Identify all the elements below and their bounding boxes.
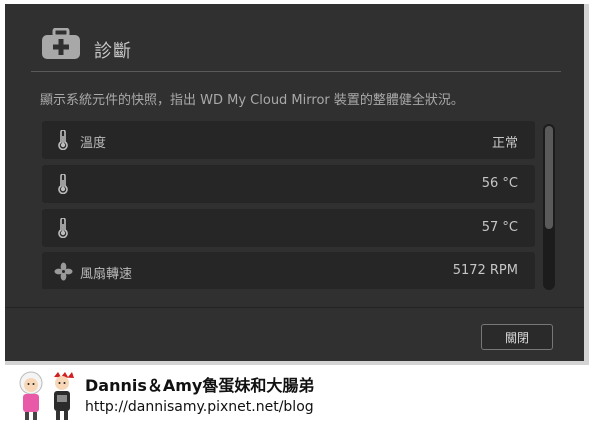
thermometer-icon [58, 130, 68, 150]
blog-watermark: Dannis＆Amy魯蛋妹和大腸弟 http://dannisamy.pixne… [0, 365, 600, 425]
scrollbar-thumb[interactable] [545, 126, 553, 229]
diagnostics-dialog: 診斷 顯示系統元件的快照，指出 WD My Cloud Mirror 裝置的整體… [5, 4, 584, 361]
dialog-description: 顯示系統元件的快照，指出 WD My Cloud Mirror 裝置的整體健全狀… [40, 93, 464, 108]
blog-brand-name: Dannis＆Amy魯蛋妹和大腸弟 [85, 376, 315, 395]
row-value: 56 °C [481, 176, 518, 191]
thermometer-icon [58, 218, 68, 238]
fan-icon [54, 262, 73, 281]
diagnostics-row-temp-2: 57 °C [42, 209, 535, 247]
row-value: 5172 RPM [452, 263, 518, 278]
dialog-title: 診斷 [94, 41, 132, 62]
row-value: 正常 [491, 136, 518, 151]
dialog-header: 診斷 [5, 4, 584, 72]
diagnostics-list: 溫度 正常 56 °C 57 °C 風扇轉速 5172 RPM [42, 121, 535, 289]
thermometer-icon [58, 174, 68, 194]
diagnostics-row-fan-speed: 風扇轉速 5172 RPM [42, 252, 535, 289]
diagnostics-row-temp-1: 56 °C [42, 165, 535, 203]
row-value: 57 °C [481, 220, 518, 235]
diagnostics-row-temperature: 溫度 正常 [42, 121, 535, 159]
list-scrollbar[interactable] [543, 124, 555, 290]
footer-divider [5, 307, 584, 308]
row-label: 風扇轉速 [80, 267, 133, 282]
title-divider [31, 71, 561, 72]
mascots-logo [19, 371, 74, 420]
close-button[interactable]: 關閉 [481, 324, 553, 350]
row-label: 溫度 [80, 136, 107, 151]
blog-url: http://dannisamy.pixnet.net/blog [85, 399, 314, 415]
first-aid-kit-icon [42, 28, 80, 59]
